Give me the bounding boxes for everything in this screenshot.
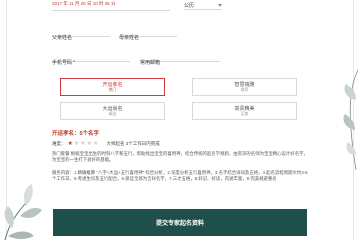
rating-text: 大师起名 3个工作日内完成 xyxy=(106,141,160,146)
email-label: 常用邮箱 xyxy=(140,60,161,66)
rating-label: 难度： xyxy=(52,141,66,146)
phone-field[interactable]: 手机号码* xyxy=(52,51,130,66)
star-icon: ★ xyxy=(80,141,86,147)
mother-name-label: 母亲姓名 xyxy=(119,35,140,41)
package-option-1[interactable]: 开运孝名 热门 xyxy=(60,78,165,96)
package-description-services: 服务内容：1.精确推算 "八字+大运+五行喜用神" 综合分析，2.深度分析五行喜… xyxy=(52,170,308,182)
package-option-sub: 至尊 xyxy=(240,111,249,116)
star-icon: ★ xyxy=(73,141,80,147)
package-option-sub: 推荐 xyxy=(240,87,249,92)
father-name-label: 父亲姓名 xyxy=(52,35,73,41)
star-icon: ★ xyxy=(86,141,93,147)
email-field[interactable]: 常用邮箱 xyxy=(140,51,220,66)
birth-datetime-value: 2017 年 11 月 20 日 10 时 35 分 xyxy=(52,1,116,6)
difficulty-rating: 难度： ★ ★ ★ ★ ★ 大师起名 3个工作日内完成 xyxy=(52,141,160,147)
star-icon: ★ xyxy=(93,141,99,147)
birth-datetime-field[interactable]: 2017 年 11 月 20 日 10 时 35 分 xyxy=(52,1,170,11)
package-option-3[interactable]: 大运尚名 精选 xyxy=(60,102,165,120)
package-section-title: 开运孝名：5个名字 xyxy=(52,131,100,137)
package-option-2[interactable]: 智慧瑞雅 推荐 xyxy=(192,78,297,96)
calendar-type-value: 公历 xyxy=(184,2,195,9)
phone-label: 手机号码* xyxy=(52,60,75,66)
father-name-field[interactable]: 父亲姓名 xyxy=(52,26,110,41)
chevron-down-icon xyxy=(218,3,222,7)
required-marker: * xyxy=(73,60,75,66)
calendar-type-select[interactable]: 公历 xyxy=(184,1,222,10)
package-option-4[interactable]: 高贵精美 至尊 xyxy=(192,102,297,120)
phone-label-text: 手机号码 xyxy=(52,60,73,66)
mother-name-field[interactable]: 母亲姓名 xyxy=(119,26,177,41)
package-option-sub: 精选 xyxy=(108,111,117,116)
rating-stars: ★ ★ ★ ★ ★ xyxy=(68,141,99,147)
package-option-sub: 热门 xyxy=(108,87,117,92)
package-description-intro: 热门套餐 根据宝宝出生的时刻八字和五行，帮助找出宝宝的喜用神，结合传统的起名学规… xyxy=(52,151,308,163)
submit-button[interactable]: 提交专家起名资料 xyxy=(53,209,307,236)
star-icon: ★ xyxy=(67,141,73,147)
